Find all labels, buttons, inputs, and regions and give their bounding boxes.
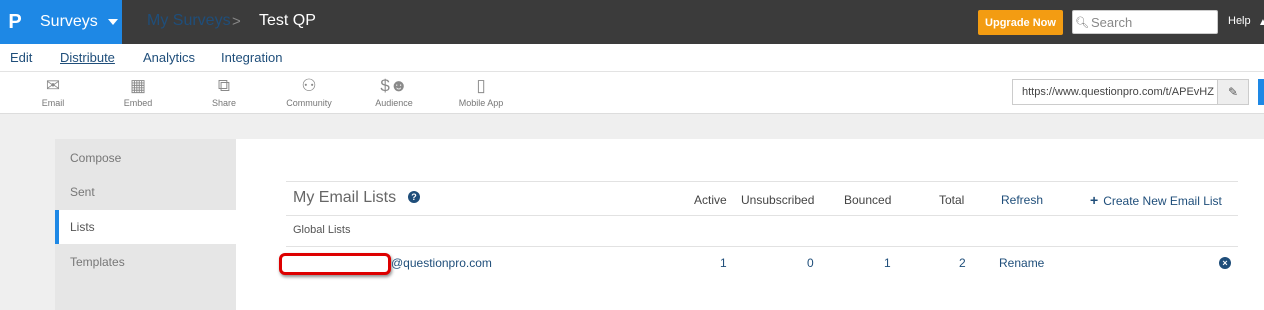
- redacted-highlight: [279, 253, 391, 275]
- distribution-toolbar: ✉ Email ▦ Embed ⧉ Share ⚇ Community $☻ A…: [0, 72, 1264, 114]
- top-bar: P Surveys My Surveys > Test QP Upgrade N…: [0, 0, 1264, 44]
- breadcrumb-separator: >: [232, 13, 241, 30]
- cell-unsubscribed: 0: [807, 256, 814, 270]
- logo-icon: P: [8, 10, 22, 33]
- tab-distribute[interactable]: Distribute: [60, 50, 115, 65]
- tool-label: Embed: [123, 98, 153, 108]
- page-title: Test QP: [259, 12, 316, 29]
- audience-icon: $☻: [380, 76, 408, 95]
- tool-label: Community: [286, 98, 332, 108]
- cell-active: 1: [720, 256, 727, 270]
- tool-email[interactable]: ✉ Email: [18, 74, 88, 108]
- delete-icon[interactable]: ×: [1219, 257, 1231, 269]
- sidebar-item-lists[interactable]: Lists: [55, 210, 236, 244]
- email-sidebar: Compose Sent Lists Templates: [55, 139, 236, 310]
- tool-community[interactable]: ⚇ Community: [274, 74, 344, 108]
- create-new-email-list-button[interactable]: + Create New Email List: [1090, 192, 1222, 208]
- tab-edit[interactable]: Edit: [10, 50, 32, 65]
- sidebar-item-compose[interactable]: Compose: [55, 141, 236, 175]
- search-input[interactable]: [1091, 14, 1211, 30]
- tool-label: Audience: [375, 98, 413, 108]
- tool-label: Mobile App: [458, 98, 504, 108]
- copy-url-button[interactable]: [1258, 79, 1264, 105]
- cell-bounced: 1: [884, 256, 891, 270]
- search-icon: 🔍︎: [1075, 16, 1089, 29]
- column-header-total: Total: [939, 193, 965, 207]
- tool-label: Email: [41, 98, 65, 108]
- embed-icon: ▦: [129, 76, 147, 95]
- create-label: Create New Email List: [1103, 194, 1222, 208]
- tool-audience[interactable]: $☻ Audience: [359, 74, 429, 108]
- divider: [286, 181, 1238, 182]
- mobile-icon: ▯: [476, 76, 486, 95]
- divider: [286, 215, 1238, 216]
- share-icon: ⧉: [217, 76, 231, 95]
- list-name-link[interactable]: @questionpro.com: [391, 256, 492, 270]
- tool-embed[interactable]: ▦ Embed: [103, 74, 173, 108]
- section-title: My Email Lists: [293, 189, 397, 206]
- tool-label: Share: [211, 98, 237, 108]
- product-switcher[interactable]: P Surveys: [0, 0, 122, 44]
- cell-total: 2: [959, 256, 966, 270]
- help-icon[interactable]: ?: [408, 191, 420, 203]
- sidebar-item-sent[interactable]: Sent: [55, 175, 236, 209]
- tool-mobile-app[interactable]: ▯ Mobile App: [446, 74, 516, 108]
- column-header-bounced: Bounced: [844, 193, 892, 207]
- breadcrumb-my-surveys[interactable]: My Surveys: [147, 12, 231, 30]
- refresh-link[interactable]: Refresh: [1001, 193, 1043, 207]
- tab-integration[interactable]: Integration: [221, 50, 282, 65]
- product-name: Surveys: [40, 13, 98, 30]
- upgrade-button[interactable]: Upgrade Now: [978, 10, 1063, 35]
- divider: [286, 246, 1238, 247]
- search-box: 🔍︎: [1072, 10, 1218, 34]
- help-link[interactable]: Help: [1228, 15, 1251, 27]
- plus-icon: +: [1090, 192, 1099, 208]
- rename-link[interactable]: Rename: [999, 256, 1044, 270]
- sidebar-item-templates[interactable]: Templates: [55, 245, 236, 279]
- chevron-down-icon: [107, 19, 118, 25]
- envelope-icon: ✉: [45, 76, 61, 95]
- section-heading: Global Lists: [293, 224, 351, 236]
- tab-analytics[interactable]: Analytics: [143, 50, 195, 65]
- email-lists-panel: [236, 139, 1264, 310]
- column-header-active: Active: [694, 193, 727, 207]
- sub-navigation: Edit Distribute Analytics Integration: [0, 44, 1264, 72]
- community-icon: ⚇: [301, 76, 317, 95]
- tool-share[interactable]: ⧉ Share: [189, 74, 259, 108]
- warning-icon[interactable]: ▲: [1258, 17, 1264, 28]
- survey-url-field[interactable]: https://www.questionpro.com/t/APEvHZ: [1012, 79, 1218, 105]
- column-header-unsubscribed: Unsubscribed: [741, 193, 815, 207]
- pencil-icon[interactable]: ✎: [1218, 79, 1249, 105]
